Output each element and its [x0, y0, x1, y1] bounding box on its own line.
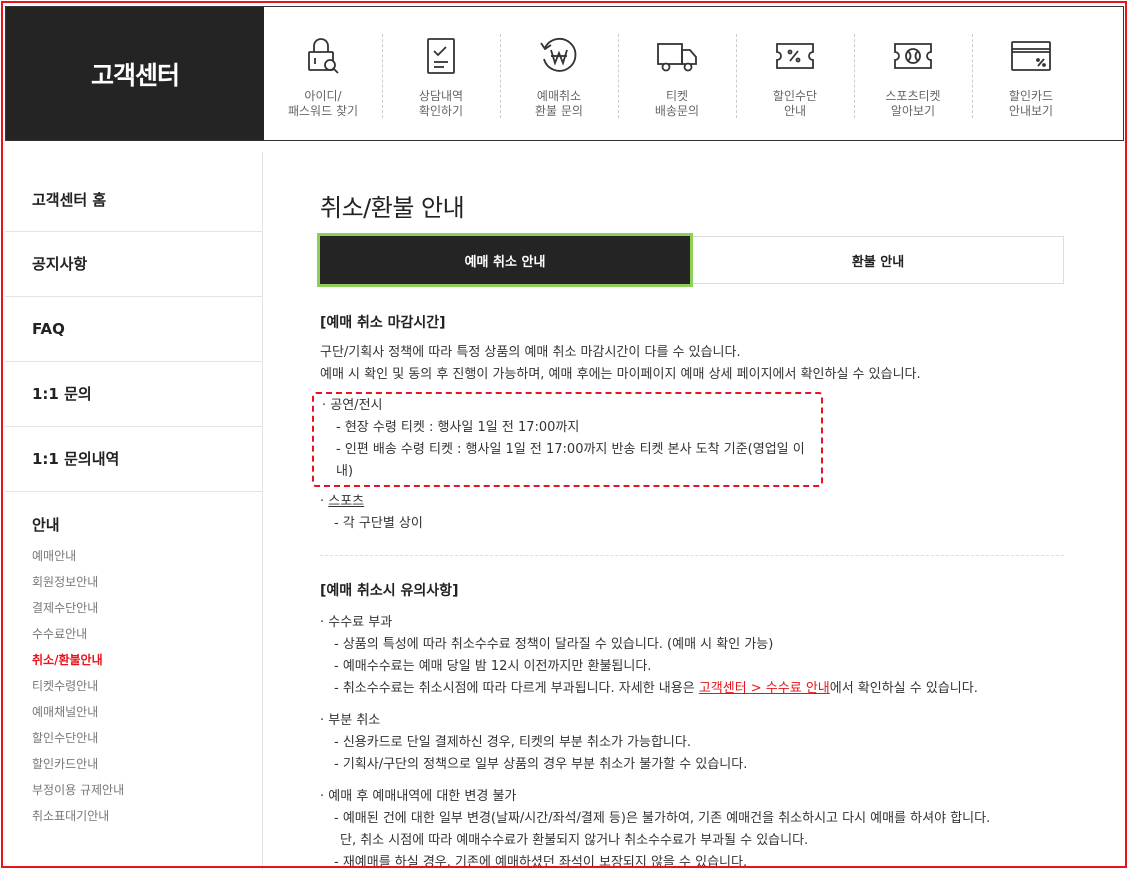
list-item: - 기획사/구단의 정책으로 일부 상품의 경우 부분 취소가 불가할 수 있습… — [334, 757, 748, 772]
bullet-fee: · 수수료 부과 — [320, 615, 393, 630]
list-item: - 예매된 건에 대한 일부 변경(날짜/시간/좌석/결제 등)은 불가하여, … — [334, 811, 991, 826]
bullet-change: · 예매 후 예매내역에 대한 변경 불가 — [320, 789, 517, 804]
quick-find-account[interactable]: 아이디/ 패스워드 찾기 — [264, 34, 382, 118]
sidebar-sub-member[interactable]: 회원정보안내 — [32, 569, 262, 595]
list-item: - 인편 배송 수령 티켓 : 행사일 1일 전 17:00까지 반송 티켓 본… — [336, 442, 805, 479]
quick-menu: 아이디/ 패스워드 찾기 상담내역 확인하기 예매취소 환불 문의 티켓 배송문… — [264, 7, 1123, 140]
section-cancel-notes: [예매 취소시 유의사항] · 수수료 부과 - 상품의 특성에 따라 취소수수… — [320, 580, 1064, 869]
tab-refund-guide[interactable]: 환불 안내 — [693, 236, 1064, 284]
discount-ticket-icon — [773, 34, 817, 78]
sidebar-item-inquiry[interactable]: 1:1 문의 — [5, 362, 262, 427]
quick-consult-history[interactable]: 상담내역 확인하기 — [382, 34, 500, 118]
sidebar-group-guide: 안내 예매안내 회원정보안내 결제수단안내 수수료안내 취소/환불안내 티켓수령… — [5, 492, 262, 829]
sidebar-sub-fee[interactable]: 수수료안내 — [32, 621, 262, 647]
list-item: - 재예매를 하실 경우, 기존에 예매하셨던 좌석이 보장되지 않을 수 있습… — [334, 855, 748, 869]
quick-cancel-refund[interactable]: 예매취소 환불 문의 — [500, 34, 618, 118]
fee-guide-link[interactable]: 고객센터 > 수수료 안내 — [699, 681, 830, 696]
quick-discount-means[interactable]: 할인수단 안내 — [736, 34, 854, 118]
sidebar-sub-abuse[interactable]: 부정이용 규제안내 — [32, 777, 262, 803]
list-item: - 신용카드로 단일 결제하신 경우, 티켓의 부분 취소가 가능합니다. — [334, 735, 691, 750]
tab-cancel-guide[interactable]: 예매 취소 안내 — [317, 233, 693, 287]
sports-label: 스포츠 — [328, 494, 365, 509]
page-title: 취소/환불 안내 — [320, 194, 465, 222]
quick-discount-card[interactable]: 할인카드 안내보기 — [972, 34, 1090, 118]
highlight-box: · 공연/전시 - 현장 수령 티켓 : 행사일 1일 전 17:00까지 - … — [312, 392, 823, 487]
list-item: - 현장 수령 티켓 : 행사일 1일 전 17:00까지 — [336, 420, 580, 435]
list-item: - 각 구단별 상이 — [334, 516, 423, 531]
text: - 취소수수료는 취소시점에 따라 다르게 부과됩니다. 자세한 내용은 — [334, 681, 699, 696]
sidebar-sub-cancel-refund[interactable]: 취소/환불안내 — [32, 647, 262, 673]
quick-label: 할인수단 안내 — [772, 89, 818, 118]
bullet-performance: · 공연/전시 — [322, 398, 383, 413]
list-item-continued: 단, 취소 시점에 따라 예매수수료가 환불되지 않거나 취소수수료가 부과될 … — [340, 833, 809, 848]
paragraph: 예매 시 확인 및 동의 후 진행이 가능하며, 예매 후에는 마이페이지 예매… — [320, 367, 921, 382]
list-item: - 상품의 특성에 따라 취소수수료 정책이 달라질 수 있습니다. (예매 시… — [334, 637, 774, 652]
sidebar-item-home[interactable]: 고객센터 홈 — [5, 152, 262, 232]
quick-label: 아이디/ 패스워드 찾기 — [287, 89, 359, 118]
sidebar-sub-payment[interactable]: 결제수단안내 — [32, 595, 262, 621]
sidebar-item-faq[interactable]: FAQ — [5, 297, 262, 362]
sidebar-sub-channel[interactable]: 예매채널안내 — [32, 699, 262, 725]
quick-label: 상담내역 확인하기 — [418, 89, 464, 118]
sidebar-sub-waitlist[interactable]: 취소표대기안내 — [32, 803, 262, 829]
sidebar: 고객센터 홈 공지사항 FAQ 1:1 문의 1:1 문의내역 안내 예매안내 … — [5, 152, 263, 869]
bullet-partial: · 부분 취소 — [320, 713, 381, 728]
list-item: - 취소수수료는 취소시점에 따라 다르게 부과됩니다. 자세한 내용은 고객센… — [320, 678, 1064, 700]
section-divider — [320, 555, 1064, 556]
clipboard-check-icon — [419, 34, 463, 78]
quick-delivery[interactable]: 티켓 배송문의 — [618, 34, 736, 118]
bullet-sports: · 스포츠 — [320, 491, 1064, 513]
paragraph: 구단/기획사 정책에 따라 특정 상품의 예매 취소 마감시간이 다를 수 있습… — [320, 345, 741, 360]
section-title: [예매 취소시 유의사항] — [320, 583, 459, 599]
quick-label: 티켓 배송문의 — [654, 89, 700, 118]
quick-label: 예매취소 환불 문의 — [535, 89, 583, 118]
delivery-truck-icon — [655, 34, 699, 78]
sidebar-sub-booking[interactable]: 예매안내 — [32, 543, 262, 569]
credit-card-icon — [1009, 34, 1053, 78]
won-refund-icon — [537, 34, 581, 78]
sidebar-sub-ticket-receipt[interactable]: 티켓수령안내 — [32, 673, 262, 699]
tab-bar: 예매 취소 안내 환불 안내 — [317, 233, 1064, 287]
quick-label: 할인카드 안내보기 — [1008, 89, 1054, 118]
quick-sports-ticket[interactable]: 스포츠티켓 알아보기 — [854, 34, 972, 118]
section-cancel-deadline: [예매 취소 마감시간] 구단/기획사 정책에 따라 특정 상품의 예매 취소 … — [312, 312, 1064, 535]
sidebar-sub-discount-card[interactable]: 할인카드안내 — [32, 751, 262, 777]
header: 고객센터 아이디/ 패스워드 찾기 상담내역 확인하기 예매취소 환불 문의 티… — [5, 6, 1124, 141]
section-title: [예매 취소 마감시간] — [320, 315, 446, 331]
sidebar-item-notice[interactable]: 공지사항 — [5, 232, 262, 297]
quick-label: 스포츠티켓 알아보기 — [885, 89, 941, 118]
list-item: - 예매수수료는 예매 당일 밤 12시 이전까지만 환불됩니다. — [334, 659, 652, 674]
sports-ticket-icon — [891, 34, 935, 78]
text: 에서 확인하실 수 있습니다. — [829, 681, 978, 696]
main-content: 취소/환불 안내 예매 취소 안내 환불 안내 [예매 취소 마감시간] 구단/… — [312, 188, 1064, 869]
sidebar-item-inquiry-history[interactable]: 1:1 문의내역 — [5, 427, 262, 492]
sidebar-group-title: 안내 — [32, 516, 60, 534]
sidebar-sub-discount-means[interactable]: 할인수단안내 — [32, 725, 262, 751]
brand-title[interactable]: 고객센터 — [6, 7, 264, 140]
lock-search-icon — [301, 34, 345, 78]
